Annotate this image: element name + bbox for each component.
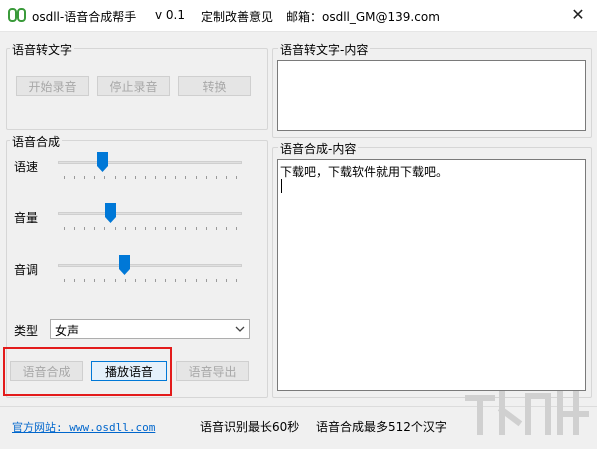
speed-label: 语速: [14, 160, 39, 174]
slider-tick: [94, 227, 96, 230]
slider-tick: [64, 176, 65, 179]
slider-tick: [195, 176, 197, 179]
slider-tick: [94, 176, 96, 179]
slider-tick: [94, 279, 96, 282]
tts-content-title: 语音合成-内容: [278, 140, 359, 157]
slider-tick: [114, 279, 116, 282]
slider-tick: [104, 227, 106, 230]
stt-limit-text: 语音识别最长60秒: [200, 420, 300, 434]
slider-tick: [225, 227, 227, 230]
slider-tick: [236, 227, 237, 230]
volume-slider[interactable]: [58, 203, 242, 237]
text-cursor: [281, 179, 282, 193]
slider-tick: [185, 227, 187, 230]
slider-tick: [134, 176, 136, 179]
contact-email: 邮箱：osdll_GM@139.com: [286, 10, 440, 24]
slider-tick: [104, 279, 106, 282]
slider-tick: [175, 279, 177, 282]
tts-limit-text: 语音合成最多512个汉字: [316, 420, 447, 434]
slider-tick: [74, 176, 76, 179]
close-button[interactable]: ✕: [565, 3, 591, 27]
stt-content-textarea[interactable]: [277, 60, 586, 131]
play-voice-button[interactable]: 播放语音: [91, 361, 167, 381]
stt-content-title: 语音转文字-内容: [278, 41, 371, 58]
slider-tick: [195, 227, 197, 230]
slider-tick: [165, 279, 167, 282]
slider-tick: [114, 227, 116, 230]
slider-tick: [165, 176, 167, 179]
synthesize-button[interactable]: 语音合成: [10, 361, 83, 381]
slider-tick: [134, 279, 136, 282]
slider-tick: [185, 176, 187, 179]
voice-type-value: 女声: [55, 324, 80, 338]
slider-track: [58, 212, 242, 215]
slider-tick: [205, 279, 207, 282]
slider-tick: [215, 176, 217, 179]
tts-content-textarea[interactable]: 下载吧，下载软件就用下载吧。: [277, 159, 586, 391]
slider-tick: [236, 279, 237, 282]
website-link[interactable]: 官方网站: www.osdll.com: [12, 419, 155, 435]
app-version: v 0.1: [155, 8, 185, 22]
slider-tick: [195, 279, 197, 282]
stt-group-title: 语音转文字: [10, 41, 75, 58]
slider-tick: [84, 227, 86, 230]
slider-tick: [114, 176, 116, 179]
slider-tick: [236, 176, 237, 179]
slider-tick: [64, 227, 65, 230]
slider-tick: [205, 176, 207, 179]
slider-thumb[interactable]: [104, 203, 116, 223]
tts-content-text: 下载吧，下载软件就用下载吧。: [280, 165, 449, 179]
slider-thumb[interactable]: [119, 255, 131, 275]
stop-recording-button[interactable]: 停止录音: [97, 76, 170, 96]
slider-tick: [144, 176, 146, 179]
slider-tick: [134, 227, 136, 230]
slider-track: [58, 161, 242, 164]
slider-tick: [215, 279, 217, 282]
export-voice-button[interactable]: 语音导出: [176, 361, 249, 381]
slider-tick: [175, 176, 177, 179]
slider-tick: [84, 279, 86, 282]
feedback-menu[interactable]: 定制改善意见: [201, 8, 273, 25]
speed-slider[interactable]: [58, 152, 242, 186]
slider-tick: [144, 279, 146, 282]
slider-tick: [155, 227, 157, 230]
slider-tick: [225, 279, 227, 282]
slider-tick: [205, 227, 207, 230]
start-recording-button[interactable]: 开始录音: [16, 76, 89, 96]
slider-tick: [215, 227, 217, 230]
slider-tick: [124, 176, 126, 179]
slider-tick: [175, 227, 177, 230]
chevron-down-icon: [235, 326, 245, 332]
pitch-label: 音调: [14, 263, 39, 277]
voice-type-select[interactable]: 女声: [50, 319, 250, 339]
slider-tick: [74, 227, 76, 230]
slider-tick: [144, 227, 146, 230]
slider-tick: [84, 176, 86, 179]
slider-tick: [155, 176, 157, 179]
slider-tick: [155, 279, 157, 282]
slider-track: [58, 264, 242, 267]
slider-tick: [124, 227, 126, 230]
convert-button[interactable]: 转换: [178, 76, 251, 96]
app-logo-icon: [8, 8, 26, 22]
volume-label: 音量: [14, 211, 39, 225]
slider-thumb[interactable]: [97, 152, 109, 172]
slider-tick: [74, 279, 76, 282]
slider-tick: [185, 279, 187, 282]
slider-tick: [165, 227, 167, 230]
watermark-logo-icon: [465, 391, 589, 435]
slider-tick: [124, 279, 126, 282]
slider-tick: [225, 176, 227, 179]
pitch-slider[interactable]: [58, 255, 242, 289]
tts-group-title: 语音合成: [10, 133, 63, 150]
type-label: 类型: [14, 324, 39, 338]
window-title: osdll-语音合成帮手: [32, 10, 137, 24]
slider-tick: [104, 176, 106, 179]
slider-tick: [64, 279, 65, 282]
